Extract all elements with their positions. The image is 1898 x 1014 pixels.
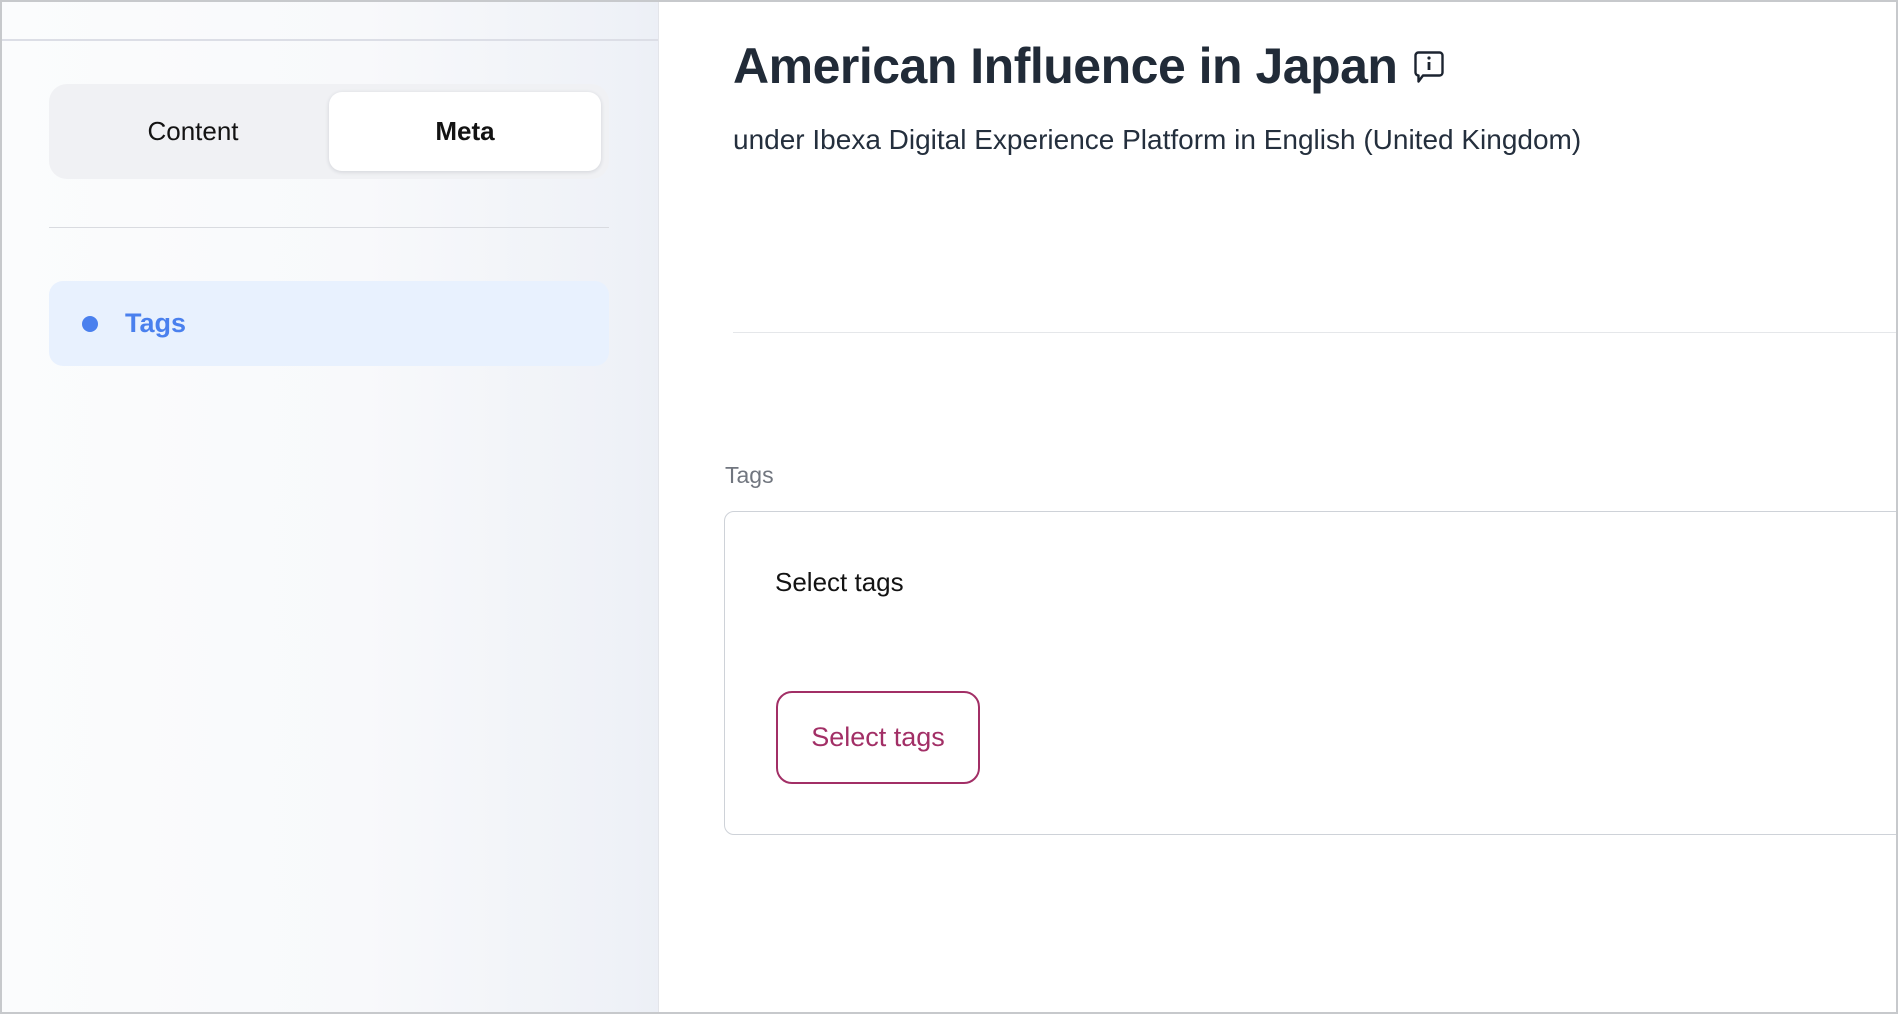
title-row: American Influence in Japan bbox=[733, 35, 1444, 97]
tags-field-group: Select tags Select tags bbox=[724, 511, 1898, 835]
page-title: American Influence in Japan bbox=[733, 35, 1397, 97]
content-meta-toggle: Content Meta bbox=[49, 84, 609, 179]
header-divider bbox=[733, 332, 1896, 333]
active-dot-icon bbox=[82, 316, 98, 332]
content-location-subtitle: under Ibexa Digital Experience Platform … bbox=[733, 120, 1581, 160]
edit-sidebar: Content Meta Tags bbox=[2, 2, 659, 1012]
select-tags-button[interactable]: Select tags bbox=[776, 691, 980, 784]
tab-meta[interactable]: Meta bbox=[329, 92, 601, 171]
info-speech-bubble-icon[interactable] bbox=[1414, 51, 1444, 83]
tab-content[interactable]: Content bbox=[57, 92, 329, 171]
sidebar-top-divider bbox=[2, 39, 658, 41]
edit-main-area: American Influence in Japan under Ibexa … bbox=[659, 2, 1896, 1012]
sidebar-item-label: Tags bbox=[125, 308, 186, 339]
sidebar-item-tags[interactable]: Tags bbox=[49, 281, 609, 366]
app-window: Content Meta Tags American Influence in … bbox=[0, 0, 1898, 1014]
tags-field-label: Tags bbox=[725, 462, 774, 489]
sidebar-divider bbox=[49, 227, 609, 228]
tags-field-value-text: Select tags bbox=[775, 567, 904, 598]
